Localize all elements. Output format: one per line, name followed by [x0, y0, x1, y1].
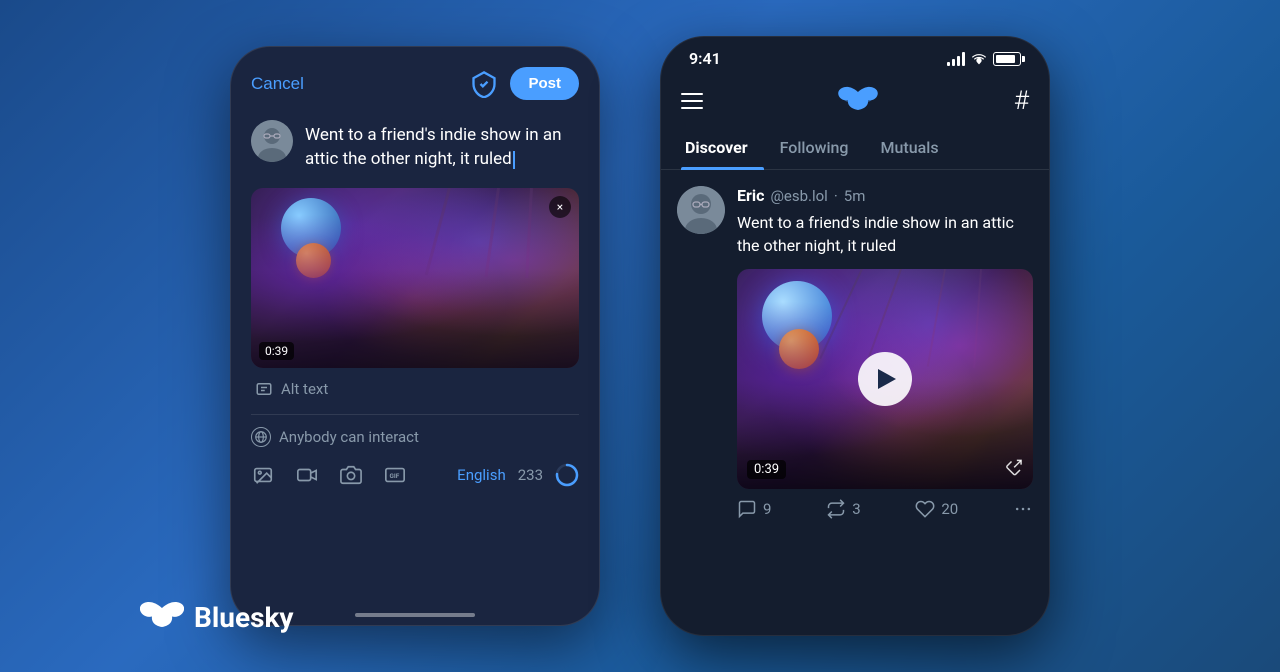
camera-icon [340, 464, 362, 486]
bluesky-brand: Bluesky [140, 598, 294, 636]
post-author-handle[interactable]: @esb.lol [770, 187, 827, 205]
repost-count: 3 [852, 500, 860, 518]
post-author-name[interactable]: Eric [737, 186, 764, 205]
alt-text-icon [255, 380, 273, 398]
header-icons: Post [470, 67, 579, 100]
text-cursor [513, 151, 515, 169]
comment-icon [737, 499, 757, 519]
shield-icon[interactable] [470, 70, 498, 98]
app-header: # [661, 76, 1049, 130]
compose-phone: Cancel Post [230, 46, 600, 626]
repost-button[interactable]: 3 [826, 499, 860, 519]
toolbar-right: English 233 [457, 463, 579, 487]
compose-toolbar: GIF English 233 [251, 459, 579, 487]
compose-header: Cancel Post [251, 67, 579, 100]
image-icon [252, 464, 274, 486]
comment-count: 9 [763, 500, 771, 518]
status-icons [947, 52, 1021, 66]
post-header: Eric @esb.lol · 5m [737, 186, 1033, 205]
play-button[interactable] [858, 352, 912, 406]
home-indicator [355, 613, 475, 617]
gif-button[interactable]: GIF [383, 463, 407, 487]
play-triangle-icon [878, 369, 896, 389]
interact-label: Anybody can interact [279, 428, 419, 446]
compose-body: Went to a friend's indie show in an atti… [251, 120, 579, 172]
like-button[interactable]: 20 [915, 499, 958, 519]
post-actions: 9 3 [737, 489, 1033, 523]
interact-icon [251, 427, 271, 447]
more-icon [1013, 499, 1033, 519]
cancel-button[interactable]: Cancel [251, 74, 304, 94]
compose-text-area[interactable]: Went to a friend's indie show in an atti… [305, 120, 579, 172]
char-count: 233 [518, 466, 543, 484]
alt-text-label: Alt text [281, 380, 328, 398]
repost-icon [826, 499, 846, 519]
interact-row[interactable]: Anybody can interact [251, 427, 579, 447]
explore-button[interactable]: # [1014, 86, 1029, 116]
status-time: 9:41 [689, 49, 721, 68]
signal-icon [947, 52, 965, 66]
feed-phone: 9:41 [660, 36, 1050, 636]
tab-mutuals[interactable]: Mutuals [865, 130, 955, 169]
post-author-avatar[interactable] [677, 186, 725, 234]
post-card: Eric @esb.lol · 5m Went to a friend's in… [677, 186, 1033, 523]
toolbar-icons: GIF [251, 463, 407, 487]
brand-name: Bluesky [194, 601, 294, 634]
language-label[interactable]: English [457, 466, 506, 484]
image-upload-button[interactable] [251, 463, 275, 487]
more-button[interactable] [1013, 499, 1033, 519]
post-text: Went to a friend's indie show in an atti… [737, 211, 1033, 257]
globe-icon [254, 430, 268, 444]
post-video[interactable]: 0:39 [737, 269, 1033, 489]
divider [251, 414, 579, 415]
svg-text:GIF: GIF [390, 471, 400, 479]
heart-icon [915, 499, 935, 519]
video-duration: 0:39 [259, 342, 294, 360]
feed-area: Eric @esb.lol · 5m Went to a friend's in… [661, 170, 1049, 635]
like-count: 20 [941, 500, 958, 518]
menu-button[interactable] [681, 93, 703, 109]
battery-icon [993, 52, 1021, 66]
tab-following[interactable]: Following [764, 130, 865, 169]
post-time: 5m [844, 187, 866, 205]
wifi-icon [971, 52, 987, 66]
video-icon [296, 464, 318, 486]
comment-button[interactable]: 9 [737, 499, 771, 519]
alt-text-row[interactable]: Alt text [251, 380, 579, 398]
brand-butterfly-icon [140, 598, 184, 636]
gif-icon: GIF [384, 464, 406, 486]
post-video-duration: 0:39 [747, 460, 786, 479]
video-thumbnail: 0:39 × [251, 188, 579, 368]
progress-ring [555, 463, 579, 487]
post-separator: · [834, 187, 838, 205]
close-video-button[interactable]: × [549, 196, 571, 218]
tab-discover[interactable]: Discover [681, 130, 764, 169]
video-upload-button[interactable] [295, 463, 319, 487]
status-bar: 9:41 [661, 37, 1049, 76]
user-avatar [251, 120, 293, 162]
tabs-row: Discover Following Mutuals [661, 130, 1049, 170]
camera-button[interactable] [339, 463, 363, 487]
bluesky-logo [838, 84, 878, 118]
post-button[interactable]: Post [510, 67, 579, 100]
post-content: Eric @esb.lol · 5m Went to a friend's in… [737, 186, 1033, 523]
